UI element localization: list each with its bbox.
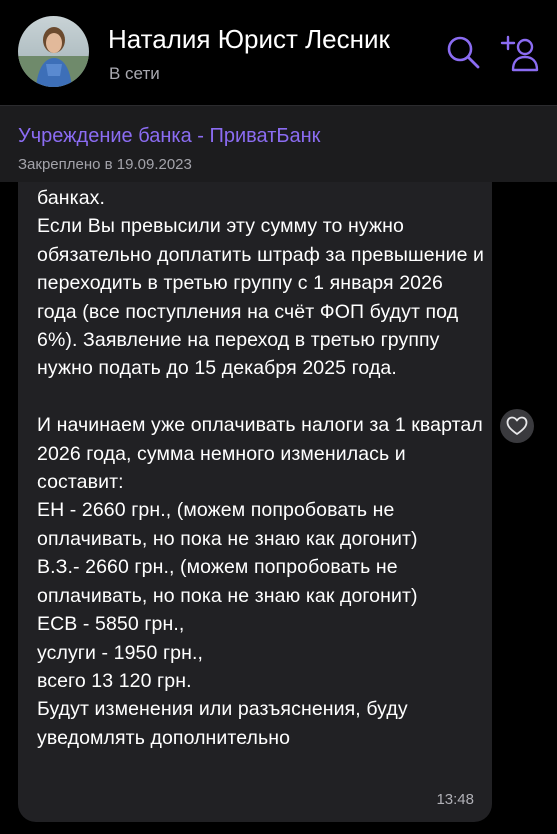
heart-icon[interactable] <box>500 409 534 443</box>
pinned-date: Закреплено в 19.09.2023 <box>18 156 192 173</box>
message-text: банках. Если Вы превысили эту сумму то н… <box>37 187 485 749</box>
message-bubble[interactable]: банках. Если Вы превысили эту сумму то н… <box>18 182 492 822</box>
pinned-title: Учреждение банка - ПриватБанк <box>18 125 321 147</box>
pinned-message-bar[interactable]: Учреждение банка - ПриватБанк Закреплено… <box>0 105 557 183</box>
contact-name[interactable]: Наталия Юрист Лесник <box>108 24 390 55</box>
chat-header: Наталия Юрист Лесник В сети <box>0 0 557 104</box>
chat-area: банках. Если Вы превысили эту сумму то н… <box>0 182 557 834</box>
avatar-photo <box>18 16 89 87</box>
avatar[interactable] <box>18 16 89 87</box>
message-time: 13:48 <box>436 791 474 808</box>
search-icon[interactable] <box>445 34 481 70</box>
add-person-icon[interactable] <box>500 34 540 72</box>
contact-status: В сети <box>109 64 160 83</box>
